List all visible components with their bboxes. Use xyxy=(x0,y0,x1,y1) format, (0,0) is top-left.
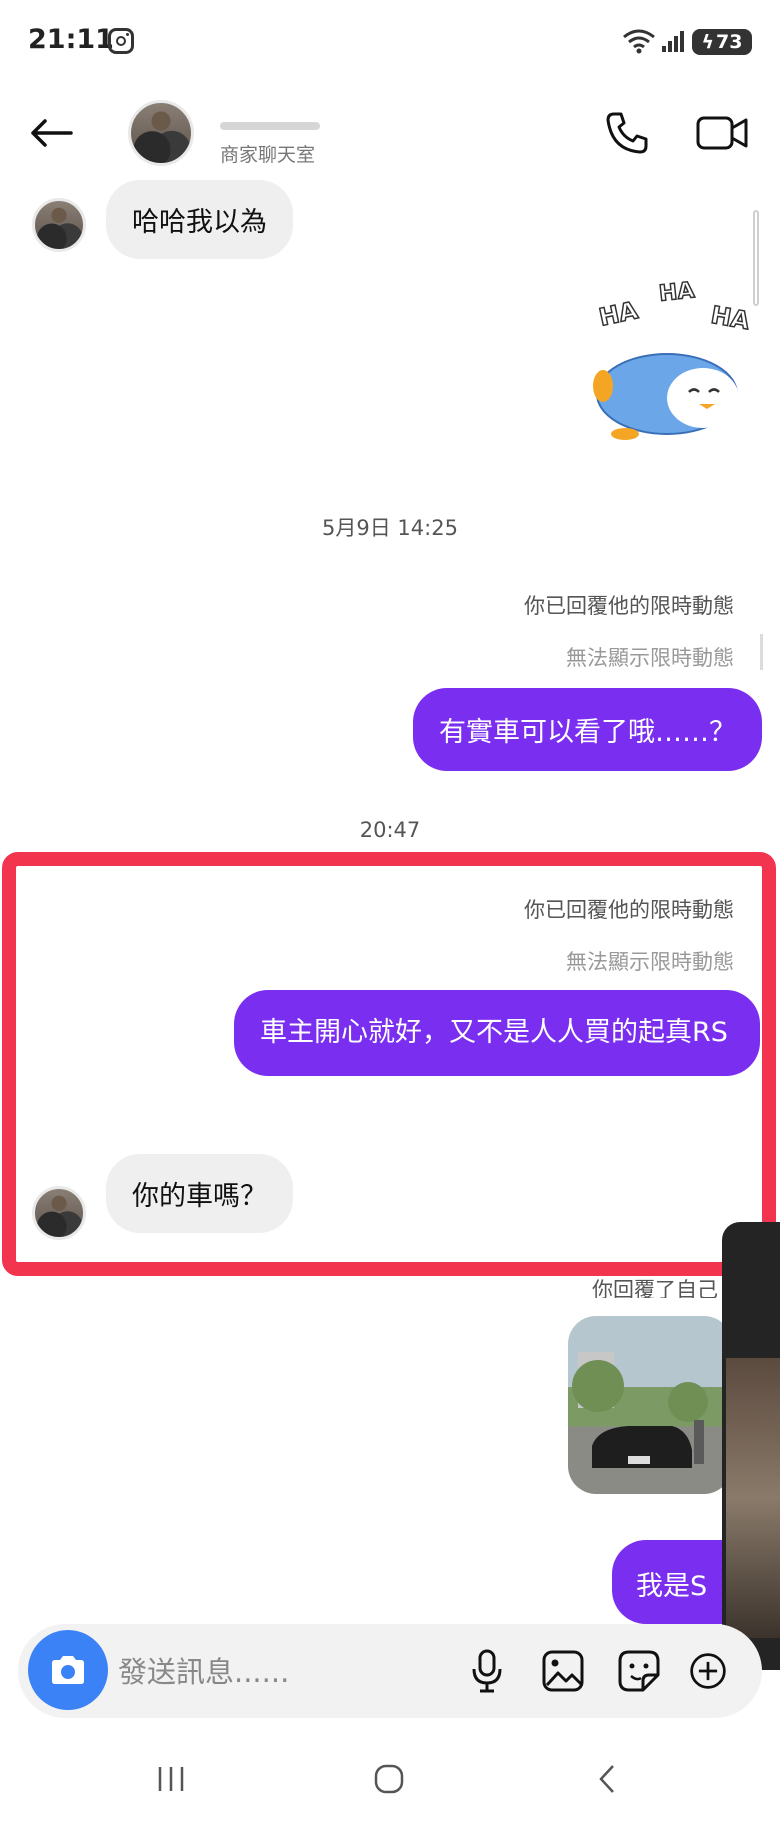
outgoing-message-text: 我是S xyxy=(636,1571,708,1602)
battery-level: 73 xyxy=(716,31,743,53)
penguin-sticker-image xyxy=(593,353,739,440)
wifi-icon xyxy=(623,29,655,54)
story-reply-note: 你已回覆他的限時動態 xyxy=(524,594,734,618)
instagram-notification-icon xyxy=(108,28,134,54)
sticker-text: HA xyxy=(708,300,752,336)
back-button[interactable] xyxy=(26,108,76,158)
story-reply-note-text: 你回覆了自己 xyxy=(592,1278,718,1298)
story-unavailable-note: 無法顯示限時動態 xyxy=(566,646,734,670)
sender-avatar xyxy=(32,1186,86,1240)
shared-car-photo[interactable] xyxy=(568,1316,732,1494)
contact-name-redacted[interactable] xyxy=(220,122,320,130)
charging-icon: ϟ xyxy=(701,31,715,53)
incoming-message[interactable]: 你的車嗎？ xyxy=(106,1154,293,1233)
outgoing-message[interactable]: 有實車可以看了哦……？ xyxy=(413,688,762,771)
image-icon xyxy=(542,1650,584,1692)
timestamp: 5月9日 14:25 xyxy=(322,516,458,540)
home-icon xyxy=(374,1764,404,1794)
sticker-icon xyxy=(618,1650,660,1692)
car-photo-image xyxy=(572,1352,708,1468)
video-camera-icon xyxy=(696,116,748,150)
camera-icon xyxy=(52,1656,84,1684)
status-time: 21:11 xyxy=(28,24,114,55)
story-reply-note: 你已回覆他的限時動態 xyxy=(524,898,734,922)
home-button[interactable] xyxy=(354,1754,424,1804)
microphone-icon xyxy=(472,1649,502,1693)
recent-apps-button[interactable] xyxy=(136,1754,206,1804)
story-reply-bar xyxy=(760,634,763,670)
back-arrow-icon xyxy=(31,119,73,147)
sender-avatar xyxy=(32,198,86,252)
outgoing-message-partial[interactable]: 我是S xyxy=(612,1540,722,1624)
battery-indicator: ϟ 73 xyxy=(692,29,752,55)
incoming-message[interactable]: 哈哈我以為 xyxy=(106,180,293,259)
sticker-text: HA xyxy=(596,296,641,333)
voice-message-button[interactable] xyxy=(462,1644,512,1698)
outgoing-message[interactable]: 車主開心就好，又不是人人買的起真RS xyxy=(234,990,760,1076)
signal-icon xyxy=(662,31,684,52)
phone-icon xyxy=(606,112,648,154)
timestamp: 20:47 xyxy=(359,818,421,842)
story-reply-note-partial: 你回覆了自己 xyxy=(592,1274,722,1298)
gallery-button[interactable] xyxy=(538,1644,588,1698)
voice-call-button[interactable] xyxy=(602,108,652,158)
plus-icon xyxy=(690,1653,726,1689)
system-back-button[interactable] xyxy=(572,1754,642,1804)
message-input[interactable] xyxy=(116,1644,450,1700)
nav-back-icon xyxy=(599,1765,614,1793)
floating-side-panel[interactable] xyxy=(722,1222,780,1670)
video-call-button[interactable] xyxy=(694,108,750,158)
sticker-button[interactable] xyxy=(614,1644,664,1698)
sticker-text: HA xyxy=(657,277,696,307)
contact-avatar[interactable] xyxy=(128,100,194,166)
camera-button[interactable] xyxy=(28,1630,108,1710)
more-actions-button[interactable] xyxy=(688,1644,728,1698)
chat-subtitle: 商家聊天室 xyxy=(220,144,316,166)
recent-apps-icon xyxy=(158,1767,184,1791)
story-unavailable-note: 無法顯示限時動態 xyxy=(566,950,734,974)
side-panel-thumbnail xyxy=(726,1358,780,1638)
ha-ha-sticker[interactable]: HA HA HA xyxy=(585,272,755,444)
